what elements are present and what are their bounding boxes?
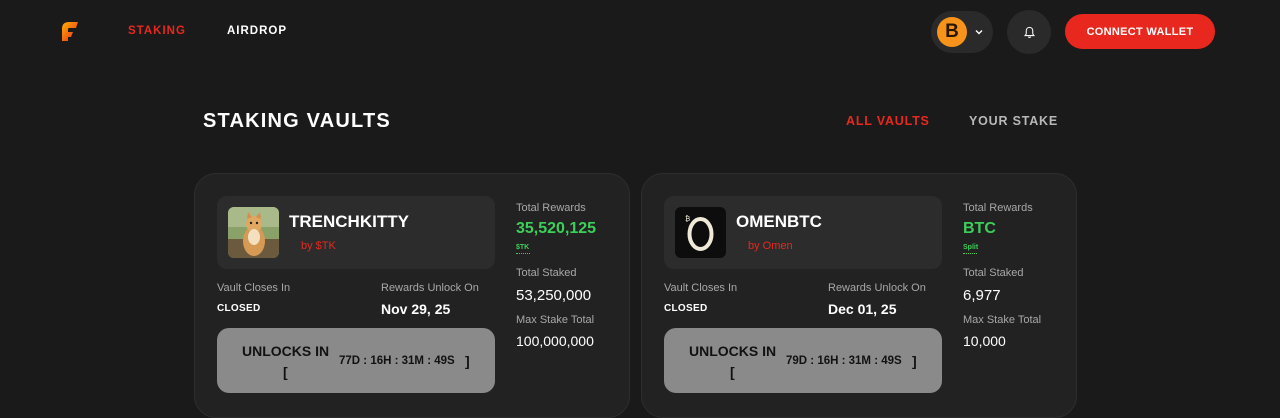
total-rewards-unit: $TK bbox=[516, 244, 530, 251]
svg-text:₿: ₿ bbox=[685, 215, 690, 223]
vault-closes-value: CLOSED bbox=[217, 303, 261, 314]
nav-airdrop[interactable]: AIRDROP bbox=[227, 25, 287, 37]
countdown-timer: 77D : 16H : 31M : 49S bbox=[339, 355, 455, 367]
rewards-unlock-value: Dec 01, 25 bbox=[828, 301, 897, 317]
total-rewards-label: Total Rewards bbox=[516, 202, 586, 214]
countdown-bracket-close: ] bbox=[465, 353, 470, 369]
vault-closes-label: Vault Closes In bbox=[217, 282, 291, 294]
rewards-divider bbox=[516, 253, 530, 254]
token-avatar bbox=[228, 207, 279, 258]
vault-card: TRENCHKITTY by $TK Vault Closes In CLOSE… bbox=[194, 173, 630, 418]
nav-staking[interactable]: STAKING bbox=[128, 25, 186, 37]
max-stake-label: Max Stake Total bbox=[963, 314, 1042, 326]
total-staked-label: Total Staked bbox=[963, 267, 1024, 279]
max-stake-label: Max Stake Total bbox=[516, 314, 595, 326]
total-rewards-value: 35,520,125 bbox=[516, 220, 597, 237]
token-selector[interactable]: B bbox=[931, 11, 993, 53]
countdown-timer: 79D : 16H : 31M : 49S bbox=[786, 355, 902, 367]
vault-card: ₿ OMENBTC by Omen Vault Closes In CLOSED… bbox=[641, 173, 1077, 418]
tab-your-stake[interactable]: YOUR STAKE bbox=[969, 114, 1058, 128]
vault-closes-label: Vault Closes In bbox=[664, 282, 738, 294]
rewards-unlock-value: Nov 29, 25 bbox=[381, 301, 451, 317]
rewards-unlock-label: Rewards Unlock On bbox=[381, 282, 479, 294]
countdown-bracket-open: [ bbox=[283, 364, 288, 380]
countdown-label: UNLOCKS IN bbox=[689, 343, 777, 359]
cat-avatar-icon bbox=[228, 207, 279, 258]
max-stake-value: 100,000,000 bbox=[516, 333, 594, 349]
unlock-countdown-button[interactable]: UNLOCKS IN [ 79D : 16H : 31M : 49S ] bbox=[664, 328, 942, 393]
page-title: STAKING VAULTS bbox=[203, 110, 391, 132]
total-rewards-unit: Split bbox=[963, 244, 979, 251]
brand-logo-icon[interactable] bbox=[58, 20, 80, 42]
total-staked-label: Total Staked bbox=[516, 267, 577, 279]
token-avatar: ₿ bbox=[675, 207, 726, 258]
omen-logo-icon: ₿ bbox=[675, 207, 726, 258]
rewards-divider bbox=[963, 253, 977, 254]
notifications-button[interactable] bbox=[1007, 10, 1051, 54]
vault-token-header[interactable]: TRENCHKITTY by $TK bbox=[217, 196, 495, 269]
tab-all-vaults[interactable]: ALL VAULTS bbox=[846, 114, 930, 128]
countdown-label: UNLOCKS IN bbox=[242, 343, 330, 359]
total-staked-value: 53,250,000 bbox=[516, 287, 592, 304]
vault-name: OMENBTC bbox=[736, 212, 822, 231]
total-rewards-value: BTC bbox=[963, 220, 996, 237]
vault-name: TRENCHKITTY bbox=[289, 212, 409, 231]
bell-icon bbox=[1023, 26, 1035, 38]
max-stake-value: 10,000 bbox=[963, 333, 1006, 349]
bitcoin-icon: B bbox=[937, 17, 967, 47]
connect-wallet-button[interactable]: CONNECT WALLET bbox=[1065, 14, 1215, 49]
vault-creator: by Omen bbox=[748, 240, 793, 252]
countdown-bracket-close: ] bbox=[912, 353, 917, 369]
unlock-countdown-button[interactable]: UNLOCKS IN [ 77D : 16H : 31M : 49S ] bbox=[217, 328, 495, 393]
vault-closes-value: CLOSED bbox=[664, 303, 708, 314]
vault-creator: by $TK bbox=[301, 240, 336, 252]
countdown-bracket-open: [ bbox=[730, 364, 735, 380]
rewards-unlock-label: Rewards Unlock On bbox=[828, 282, 926, 294]
total-rewards-label: Total Rewards bbox=[963, 202, 1033, 214]
total-staked-value: 6,977 bbox=[963, 287, 1001, 304]
chevron-down-icon bbox=[975, 30, 983, 35]
vault-token-header[interactable]: ₿ OMENBTC by Omen bbox=[664, 196, 942, 269]
